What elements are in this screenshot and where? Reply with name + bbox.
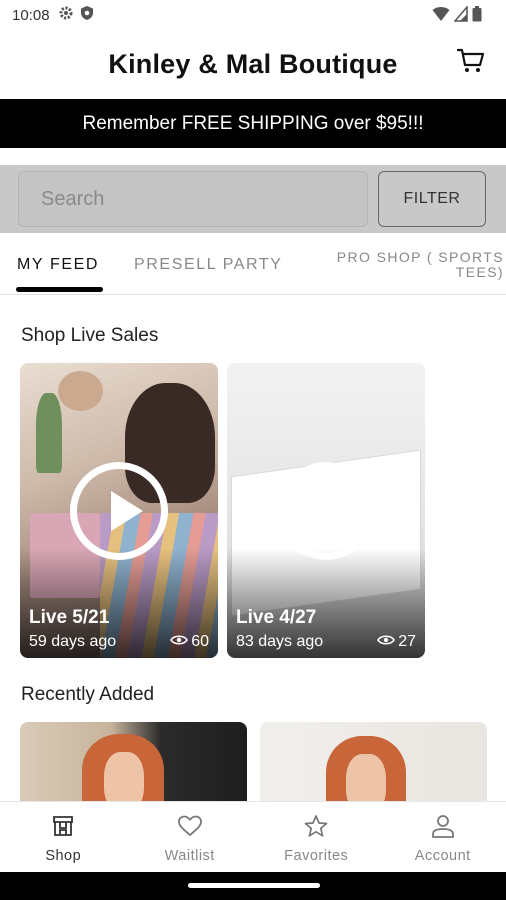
tab-label: MY FEED [17, 256, 100, 273]
live-sale-title: Live 4/27 [236, 607, 317, 628]
nav-label: Shop [45, 848, 82, 864]
tab-pro-shop-sports-tees[interactable]: PRO SHOP ( SPORTS TEES) [330, 235, 504, 295]
active-tab-indicator [16, 287, 103, 292]
play-icon [70, 461, 168, 560]
product-image-face [104, 752, 144, 804]
product-card[interactable] [260, 722, 487, 804]
eye-icon [170, 633, 189, 651]
tab-my-feed[interactable]: MY FEED [17, 235, 99, 295]
status-time: 10:08 [12, 6, 50, 24]
live-sale-title: Live 5/21 [29, 607, 110, 628]
view-count: 27 [398, 633, 416, 650]
eye-icon [377, 633, 396, 651]
search-bar: FILTER [0, 165, 506, 233]
battery-icon [472, 6, 482, 27]
tab-label-line-1: PRO SHOP ( SPORTS [336, 249, 504, 265]
promo-banner: Remember FREE SHIPPING over $95!!! [0, 99, 506, 148]
tab-label-line-2: TEES) [455, 264, 504, 280]
search-input[interactable] [18, 171, 368, 227]
shop-icon [49, 812, 77, 840]
app-header: Kinley & Mal Boutique [0, 30, 506, 98]
promo-text: Remember FREE SHIPPING over $95!!! [82, 112, 424, 134]
system-navigation-bar [0, 872, 506, 900]
status-bar: 10:08 [0, 0, 506, 30]
nav-label: Favorites [284, 848, 349, 864]
product-image-face [346, 754, 386, 804]
star-icon [302, 812, 330, 840]
cart-icon [456, 48, 485, 79]
nav-label: Account [414, 848, 471, 864]
live-sale-date: 83 days ago [236, 633, 324, 650]
live-sale-card[interactable]: Live 4/27 83 days ago 27 [227, 363, 425, 658]
wifi-icon [432, 6, 450, 27]
cart-button[interactable] [456, 48, 486, 78]
nav-favorites[interactable]: Favorites [253, 802, 380, 872]
play-icon [277, 461, 375, 560]
nav-waitlist[interactable]: Waitlist [127, 802, 254, 872]
heart-icon [176, 812, 204, 840]
app-title: Kinley & Mal Boutique [108, 48, 398, 79]
section-title-live-sales: Shop Live Sales [21, 325, 159, 346]
tab-presell-party[interactable]: PRESELL PARTY [134, 235, 283, 295]
nav-label: Waitlist [164, 848, 215, 864]
tab-label: PRESELL PARTY [134, 256, 283, 273]
shield-icon [80, 5, 94, 26]
live-sale-views: 27 [377, 633, 416, 651]
product-card[interactable] [20, 722, 247, 804]
nav-account[interactable]: Account [380, 802, 506, 872]
feed-tabs: MY FEED PRESELL PARTY PRO SHOP ( SPORTS … [0, 235, 506, 295]
bottom-nav: Shop Waitlist Favorites Account [0, 801, 506, 872]
gear-icon [58, 5, 74, 26]
home-gesture-handle[interactable] [188, 883, 320, 888]
filter-button[interactable]: FILTER [378, 171, 486, 227]
signal-icon [453, 4, 468, 27]
account-icon [429, 812, 457, 840]
live-sale-views: 60 [170, 633, 209, 651]
live-sale-date: 59 days ago [29, 633, 117, 650]
view-count: 60 [191, 633, 209, 650]
section-title-recently-added: Recently Added [21, 684, 155, 705]
live-sale-card[interactable]: Live 5/21 59 days ago 60 [20, 363, 218, 658]
nav-shop[interactable]: Shop [0, 802, 127, 872]
